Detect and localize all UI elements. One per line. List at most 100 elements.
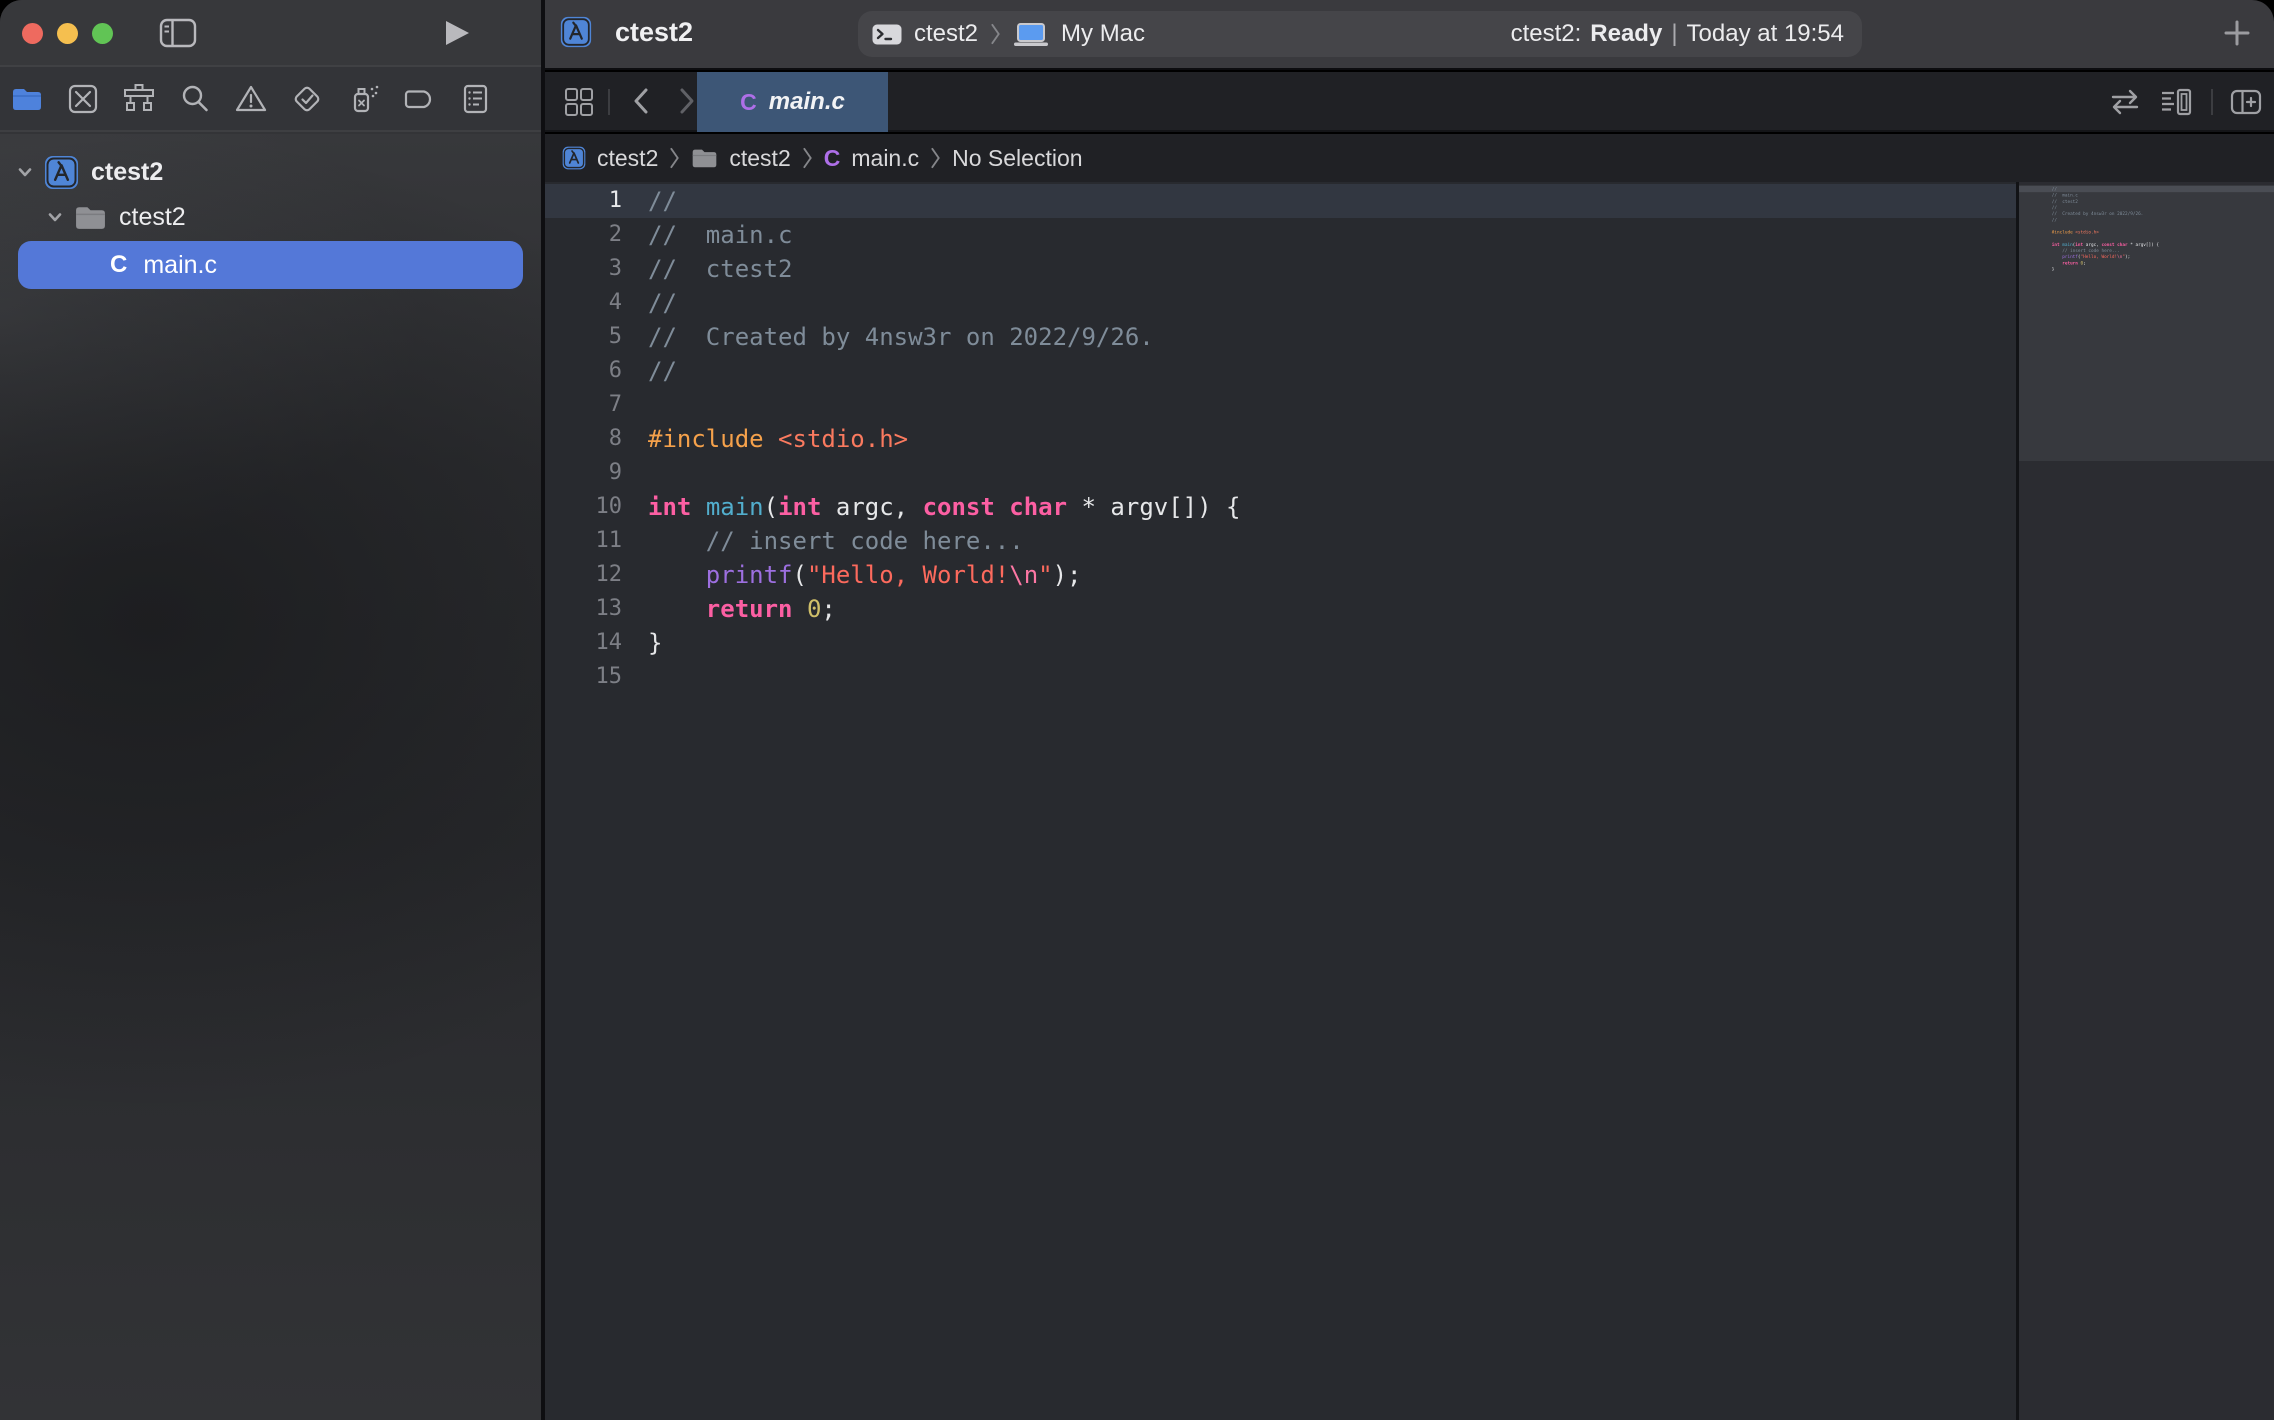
run-destination-label: My Mac: [1061, 20, 1145, 48]
line-number[interactable]: 9: [545, 456, 622, 490]
code-lines[interactable]: 1//2// main.c3// ctest24//5// Created by…: [545, 184, 2016, 694]
breadcrumb-project[interactable]: ctest2: [597, 145, 658, 172]
code-line[interactable]: 15: [545, 660, 2016, 694]
code-token: return: [706, 595, 793, 623]
code-review-icon[interactable]: [2107, 86, 2143, 118]
line-number[interactable]: 12: [545, 558, 622, 592]
breadcrumb-folder[interactable]: ctest2: [729, 145, 790, 172]
source-editor[interactable]: 1//2// main.c3// ctest24//5// Created by…: [545, 182, 2274, 1420]
line-number[interactable]: 4: [545, 286, 622, 320]
scheme-selector[interactable]: ctest2 My Mac: [872, 20, 1145, 48]
code-token: );: [2125, 254, 2130, 259]
code-token: // Created by 4nsw3r on 2022/9/26.: [2052, 211, 2144, 216]
code-token: <stdio.h>: [778, 425, 908, 453]
code-token: \n: [1009, 561, 1038, 589]
tree-row-file-selected[interactable]: C main.c: [18, 241, 523, 289]
line-number[interactable]: 7: [545, 388, 622, 422]
scheme-target-label: ctest2: [914, 20, 978, 48]
code-token: ": [1038, 561, 1052, 589]
line-number[interactable]: 13: [545, 592, 622, 626]
code-line[interactable]: 1//: [545, 184, 2016, 218]
code-token: return: [2062, 260, 2078, 265]
code-token: // main.c: [2052, 193, 2078, 198]
tabbar-divider: [608, 89, 610, 115]
code-token: const: [2101, 242, 2114, 247]
chevron-down-icon[interactable]: [14, 163, 36, 181]
test-navigator-icon[interactable]: [290, 82, 324, 116]
close-window-button[interactable]: [22, 23, 43, 44]
code-line[interactable]: 11 // insert code here...: [545, 524, 2016, 558]
line-number[interactable]: 6: [545, 354, 622, 388]
line-number[interactable]: 10: [545, 490, 622, 524]
tree-project-label: ctest2: [91, 158, 163, 187]
tab-main-c[interactable]: C main.c: [697, 72, 888, 132]
breadcrumb-selection[interactable]: No Selection: [952, 145, 1082, 172]
editor-options-icon[interactable]: [2159, 86, 2193, 118]
add-editor-split-icon[interactable]: [2229, 86, 2263, 118]
report-navigator-icon[interactable]: [458, 82, 492, 116]
code-line[interactable]: 10int main(int argc, const char * argv[]…: [545, 490, 2016, 524]
tree-row-folder[interactable]: ctest2: [44, 195, 186, 239]
run-button[interactable]: [442, 19, 472, 47]
project-app-icon: [560, 16, 592, 48]
code-line[interactable]: 3// ctest2: [545, 252, 2016, 286]
code-token: char: [2117, 242, 2127, 247]
minimap-code: //// main.c// ctest2//// Created by 4nsw…: [2019, 186, 2274, 278]
line-number[interactable]: 2: [545, 218, 622, 252]
minimize-window-button[interactable]: [57, 23, 78, 44]
code-line[interactable]: 9: [545, 456, 2016, 490]
line-number[interactable]: 14: [545, 626, 622, 660]
toolbar: ctest2 ctest2: [545, 0, 2274, 70]
code-token: //: [2052, 205, 2057, 210]
code-line[interactable]: 7: [545, 388, 2016, 422]
code-line[interactable]: 6 //: [545, 354, 2016, 388]
code-token: [764, 425, 778, 453]
code-line[interactable]: 5// Created by 4nsw3r on 2022/9/26.: [545, 320, 2016, 354]
tree-row-project[interactable]: ctest2: [14, 150, 163, 194]
line-number[interactable]: 11: [545, 524, 622, 558]
line-number[interactable]: 3: [545, 252, 622, 286]
issue-navigator-icon[interactable]: [234, 82, 268, 116]
run-destination-icon: [1013, 22, 1049, 47]
breadcrumb-file[interactable]: main.c: [851, 145, 919, 172]
code-line[interactable]: 14}: [545, 626, 2016, 660]
code-token: }: [648, 629, 662, 657]
code-line[interactable]: 12 printf("Hello, World!\n");: [545, 558, 2016, 592]
jump-bar[interactable]: ctest2 ctest2 C main.c No Selection: [545, 134, 2274, 182]
library-plus-button[interactable]: [2221, 17, 2253, 49]
activity-view[interactable]: ctest2 My Mac ctest2: Ready | Today at 1…: [858, 11, 1862, 57]
code-token: [995, 493, 1009, 521]
code-token: printf: [2062, 254, 2078, 259]
code-token: int: [778, 493, 821, 521]
window-title: ctest2: [615, 17, 693, 48]
status-time: Today at 19:54: [1687, 20, 1844, 48]
code-line[interactable]: 8#include <stdio.h>: [545, 422, 2016, 456]
project-navigator-icon[interactable]: [10, 82, 44, 116]
code-line[interactable]: 4//: [545, 286, 2016, 320]
code-token: #include: [2052, 230, 2073, 235]
zoom-window-button[interactable]: [92, 23, 113, 44]
debug-navigator-icon[interactable]: [346, 82, 380, 116]
back-button[interactable]: [627, 86, 657, 116]
symbol-navigator-icon[interactable]: [122, 82, 156, 116]
line-number[interactable]: 8: [545, 422, 622, 456]
code-token: int: [2075, 242, 2083, 247]
breakpoint-navigator-icon[interactable]: [402, 82, 436, 116]
code-line[interactable]: 2// main.c: [545, 218, 2016, 252]
code-token: ;: [821, 595, 835, 623]
code-token: }: [2052, 267, 2055, 272]
code-token: //: [648, 357, 677, 385]
find-navigator-icon[interactable]: [178, 82, 212, 116]
line-number[interactable]: 15: [545, 660, 622, 694]
source-control-navigator-icon[interactable]: [66, 82, 100, 116]
code-line[interactable]: 13 return 0;: [545, 592, 2016, 626]
toggle-sidebar-icon[interactable]: [159, 18, 197, 48]
code-token: );: [1053, 561, 1082, 589]
code-token: [691, 493, 705, 521]
line-number[interactable]: 1: [545, 184, 622, 218]
code-token: // insert code here...: [2052, 248, 2120, 253]
line-number[interactable]: 5: [545, 320, 622, 354]
chevron-down-icon[interactable]: [44, 208, 66, 226]
editor-grid-icon[interactable]: [563, 86, 595, 118]
minimap[interactable]: //// main.c// ctest2//// Created by 4nsw…: [2019, 182, 2274, 1420]
